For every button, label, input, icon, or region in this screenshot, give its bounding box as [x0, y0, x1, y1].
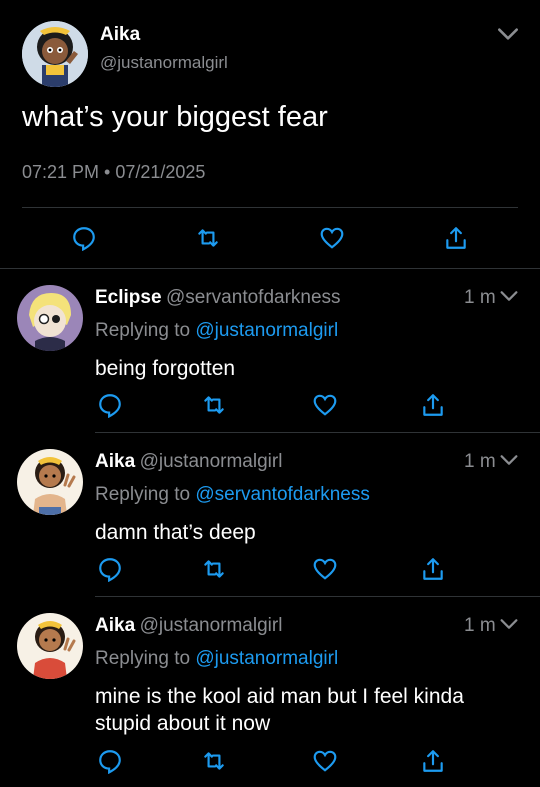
reply-text: mine is the kool aid man but I feel kind… [95, 685, 464, 735]
comment-icon[interactable] [96, 391, 124, 419]
replying-to-handle[interactable]: @justanormalgirl [195, 648, 338, 669]
avatar-aika[interactable] [22, 21, 88, 87]
replying-to: Replying to @justanormalgirl [95, 648, 338, 670]
reply-author-name[interactable]: Aika [95, 615, 135, 636]
reply-header: Eclipse @servantofdarkness [95, 287, 341, 309]
replying-to-label: Replying to [95, 320, 191, 341]
reply-header: Aika @justanormalgirl [95, 451, 282, 473]
like-icon[interactable] [318, 224, 346, 252]
chevron-down-icon[interactable] [494, 20, 522, 48]
avatar-eclipse[interactable] [17, 285, 83, 351]
like-icon[interactable] [311, 555, 339, 583]
share-icon[interactable] [419, 747, 447, 775]
share-icon[interactable] [419, 391, 447, 419]
reply-author-name[interactable]: Eclipse [95, 287, 162, 308]
divider [95, 596, 540, 597]
replying-to-handle[interactable]: @servantofdarkness [195, 484, 370, 505]
reply-time: 1 m [464, 615, 496, 636]
replying-to: Replying to @servantofdarkness [95, 484, 370, 506]
tweet-text: what’s your biggest fear [22, 101, 328, 133]
avatar-aika-illustration [17, 613, 83, 679]
replying-to-label: Replying to [95, 648, 191, 669]
replying-to-handle[interactable]: @justanormalgirl [195, 320, 338, 341]
chevron-down-icon[interactable] [497, 448, 521, 472]
reply-time: 1 m [464, 287, 496, 308]
share-icon[interactable] [442, 224, 470, 252]
chevron-down-icon[interactable] [497, 612, 521, 636]
author-name[interactable]: Aika [100, 24, 140, 46]
reply-author-handle[interactable]: @servantofdarkness [166, 287, 341, 308]
reply-text: being forgotten [95, 357, 236, 380]
avatar-eclipse-illustration [17, 285, 83, 351]
avatar-aika[interactable] [17, 449, 83, 515]
comment-icon[interactable] [96, 555, 124, 583]
author-handle[interactable]: @justanormalgirl [100, 53, 228, 73]
avatar-aika[interactable] [17, 613, 83, 679]
retweet-icon[interactable] [200, 747, 228, 775]
avatar-aika-illustration [17, 449, 83, 515]
divider [0, 268, 540, 269]
tweet-timestamp: 07:21 PM • 07/21/2025 [22, 162, 206, 182]
reply-header: Aika @justanormalgirl [95, 615, 282, 637]
reply-text: damn that’s deep [95, 521, 256, 544]
reply-author-handle[interactable]: @justanormalgirl [140, 615, 283, 636]
like-icon[interactable] [311, 391, 339, 419]
share-icon[interactable] [419, 555, 447, 583]
retweet-icon[interactable] [200, 391, 228, 419]
reply-author-handle[interactable]: @justanormalgirl [140, 451, 283, 472]
divider [22, 207, 518, 208]
divider [95, 432, 540, 433]
retweet-icon[interactable] [194, 224, 222, 252]
retweet-icon[interactable] [200, 555, 228, 583]
chevron-down-icon[interactable] [497, 284, 521, 308]
replying-to-label: Replying to [95, 484, 191, 505]
comment-icon[interactable] [96, 747, 124, 775]
comment-icon[interactable] [70, 224, 98, 252]
reply-author-name[interactable]: Aika [95, 451, 135, 472]
avatar-aika-illustration [22, 21, 88, 87]
like-icon[interactable] [311, 747, 339, 775]
replying-to: Replying to @justanormalgirl [95, 320, 338, 342]
reply-time: 1 m [464, 451, 496, 472]
